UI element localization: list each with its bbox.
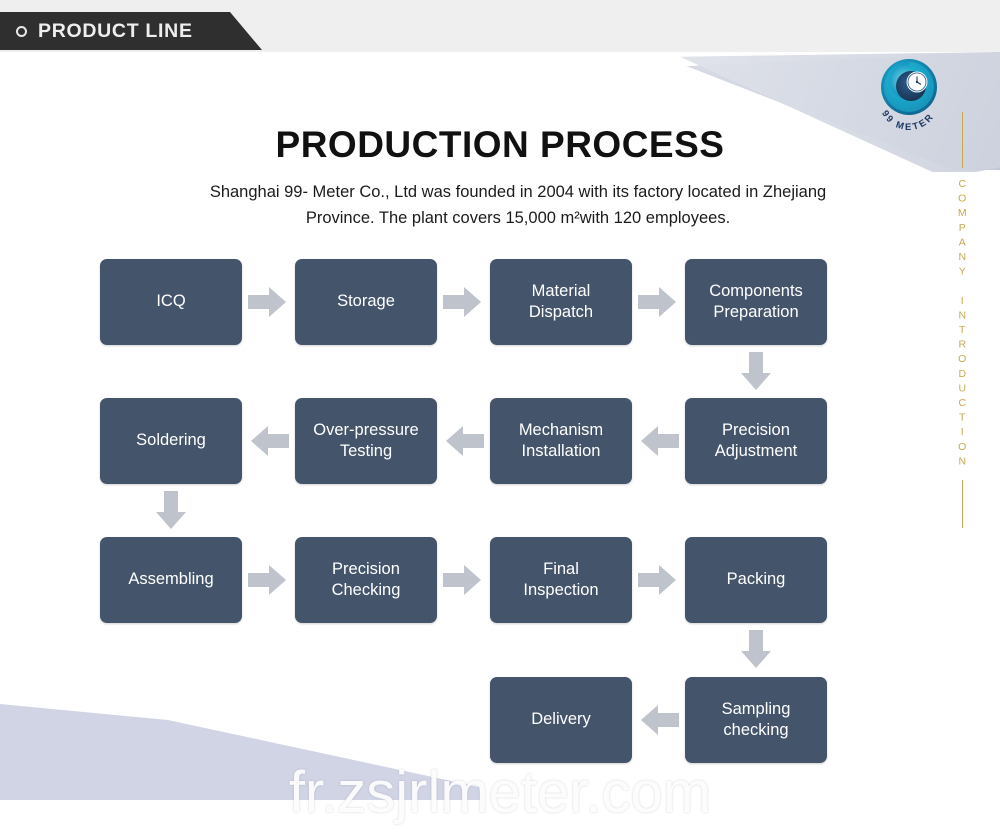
flow-node-label: Assembling bbox=[128, 570, 214, 589]
flow-node-label: Mechanism Installation bbox=[518, 420, 604, 460]
flow-arrow-material-dispatch-to-components bbox=[638, 287, 676, 317]
flow-node-precision-checking[interactable]: Precision Checking bbox=[295, 537, 437, 623]
flow-arrow-storage-to-material-dispatch bbox=[443, 287, 481, 317]
flow-node-delivery[interactable]: Delivery bbox=[490, 677, 632, 763]
flow-node-label: Over-pressure Testing bbox=[313, 420, 419, 460]
flow-node-storage[interactable]: Storage bbox=[295, 259, 437, 345]
flow-node-soldering[interactable]: Soldering bbox=[100, 398, 242, 484]
flow-node-components-preparation[interactable]: Components Preparation bbox=[685, 259, 827, 345]
flow-node-label: Packing bbox=[726, 570, 786, 589]
flow-node-label: Components Preparation bbox=[709, 281, 803, 321]
flow-node-label: Storage bbox=[337, 292, 395, 311]
flow-node-sampling-checking[interactable]: Sampling checking bbox=[685, 677, 827, 763]
flow-node-assembling[interactable]: Assembling bbox=[100, 537, 242, 623]
flow-node-label: Soldering bbox=[136, 431, 206, 450]
flow-arrow-assembling-to-precision-checking bbox=[248, 565, 286, 595]
flow-arrow-final-inspection-to-packing bbox=[638, 565, 676, 595]
flow-node-final-inspection[interactable]: Final Inspection bbox=[490, 537, 632, 623]
flow-node-label: Sampling checking bbox=[721, 699, 791, 739]
flow-node-label: Final Inspection bbox=[523, 559, 599, 599]
flow-node-label: Precision Checking bbox=[331, 559, 401, 599]
flow-node-over-pressure-testing[interactable]: Over-pressure Testing bbox=[295, 398, 437, 484]
flow-arrow-precision-adjustment-to-mechanism bbox=[641, 426, 679, 456]
production-process-flowchart: ICQ Storage Material Dispatch Components… bbox=[0, 0, 1000, 832]
flow-node-label: Precision Adjustment bbox=[714, 420, 798, 460]
flow-arrow-mechanism-to-over-pressure bbox=[446, 426, 484, 456]
flow-node-label: ICQ bbox=[156, 292, 186, 311]
flow-node-mechanism-installation[interactable]: Mechanism Installation bbox=[490, 398, 632, 484]
page-root: PRODUCT LINE 99 METER COMPANY INTRODUCTI… bbox=[0, 0, 1000, 832]
flow-node-icq[interactable]: ICQ bbox=[100, 259, 242, 345]
flow-arrow-soldering-to-assembling bbox=[156, 491, 186, 529]
flow-arrow-icq-to-storage bbox=[248, 287, 286, 317]
flow-arrow-sampling-checking-to-delivery bbox=[641, 705, 679, 735]
flow-arrow-packing-to-sampling-checking bbox=[741, 630, 771, 668]
flow-node-label: Material Dispatch bbox=[528, 281, 594, 321]
flow-arrow-over-pressure-to-soldering bbox=[251, 426, 289, 456]
flow-arrow-precision-checking-to-final-inspection bbox=[443, 565, 481, 595]
flow-node-material-dispatch[interactable]: Material Dispatch bbox=[490, 259, 632, 345]
flow-node-label: Delivery bbox=[531, 710, 591, 729]
flow-arrow-components-to-precision-adjustment bbox=[741, 352, 771, 390]
flow-node-precision-adjustment[interactable]: Precision Adjustment bbox=[685, 398, 827, 484]
flow-node-packing[interactable]: Packing bbox=[685, 537, 827, 623]
